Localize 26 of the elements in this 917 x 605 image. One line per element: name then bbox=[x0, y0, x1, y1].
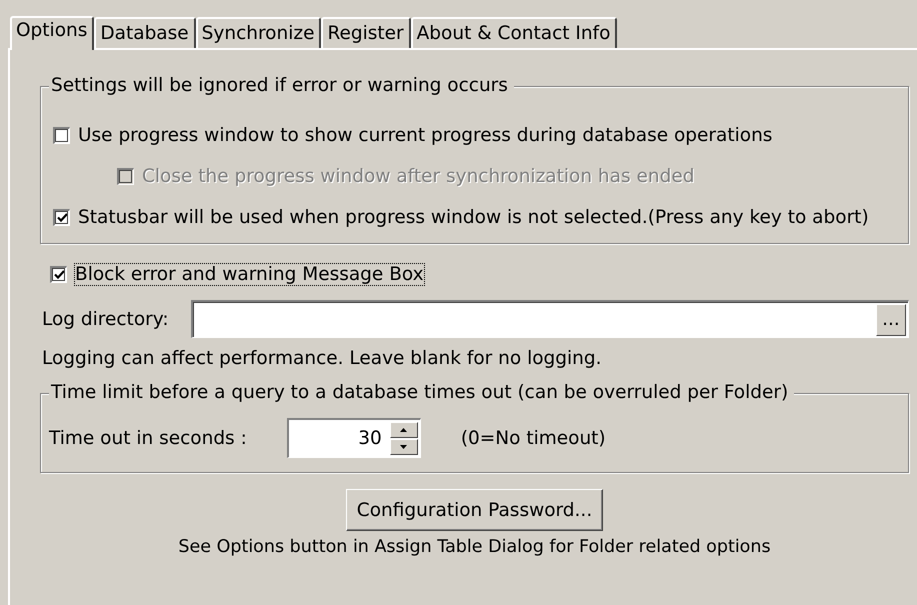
field-label: Time out in seconds : bbox=[49, 428, 247, 448]
group-title: Time limit before a query to a database times out (can be overruled per Folder) bbox=[49, 382, 794, 403]
tab[interactable]: Register bbox=[321, 17, 411, 48]
checkbox[interactable] bbox=[53, 126, 70, 144]
checkbox-label[interactable]: Use progress window to show current progress during database operations bbox=[78, 124, 772, 146]
tab[interactable]: About & Contact Info bbox=[410, 17, 618, 48]
field-label: Log directory: bbox=[42, 308, 169, 330]
logging-note: Logging can affect performance. Leave blank for no logging. bbox=[42, 348, 603, 369]
checkbox-label[interactable]: Statusbar will be used when progress window is not selected.(Press any key to abort) bbox=[78, 206, 869, 228]
footer-note: See Options button in Assign Table Dialog for Folder related options bbox=[178, 537, 771, 557]
check-icon bbox=[54, 270, 64, 280]
group-title: Settings will be ignored if error or warning occurs bbox=[49, 75, 514, 96]
tab[interactable]: Options bbox=[10, 16, 94, 50]
timeout-hint: (0=No timeout) bbox=[460, 428, 606, 448]
spin-up-icon[interactable] bbox=[390, 422, 418, 438]
configuration-password-button[interactable]: Configuration Password... bbox=[346, 489, 604, 531]
checkbox[interactable] bbox=[53, 208, 70, 226]
log-directory-field[interactable]: ... bbox=[190, 300, 909, 338]
browse-button[interactable]: ... bbox=[876, 304, 906, 336]
tab[interactable]: Database bbox=[94, 17, 196, 48]
checkbox-label[interactable]: Block error and warning Message Box bbox=[75, 264, 424, 284]
spin-down-icon[interactable] bbox=[390, 439, 418, 455]
check-icon bbox=[56, 212, 68, 222]
tab[interactable]: Synchronize bbox=[196, 17, 322, 48]
timeout-spinner[interactable]: 30 bbox=[286, 418, 421, 458]
checkbox[interactable] bbox=[50, 266, 67, 282]
